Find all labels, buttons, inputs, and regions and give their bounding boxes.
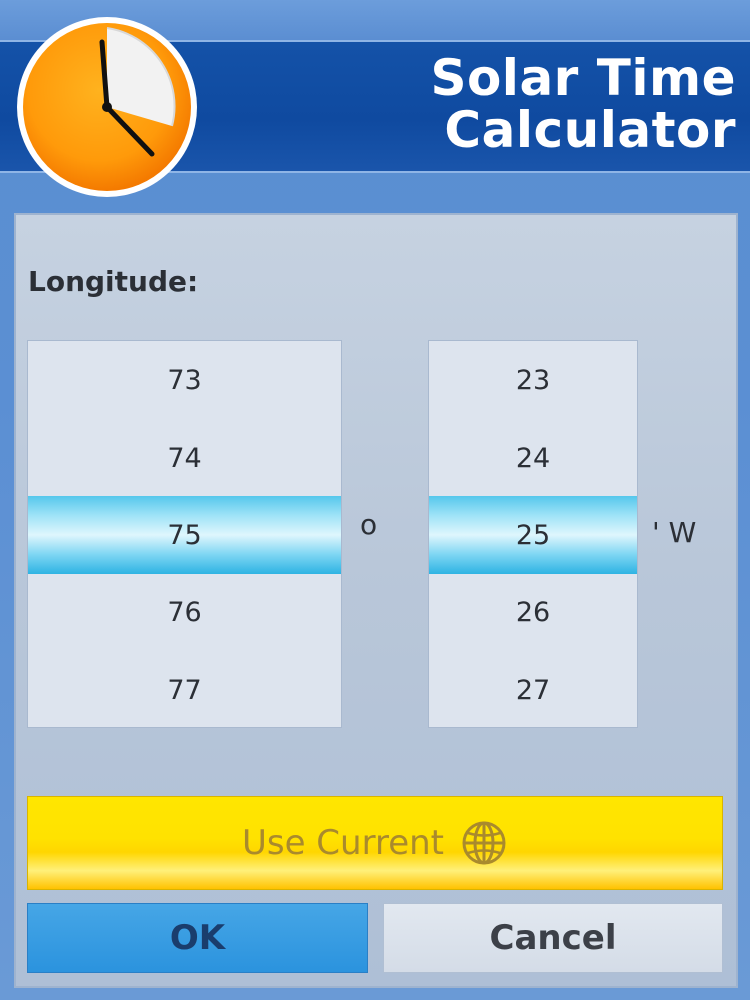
degrees-picker[interactable]: 73 74 75 76 77 — [27, 340, 342, 728]
minutes-direction-label: ' W — [652, 516, 697, 549]
degrees-option[interactable]: 73 — [28, 341, 341, 419]
degrees-option[interactable]: 76 — [28, 573, 341, 651]
minutes-option-selected[interactable]: 25 — [429, 496, 637, 574]
minutes-option[interactable]: 23 — [429, 341, 637, 419]
app-title: Solar Time Calculator — [336, 52, 736, 156]
use-current-button[interactable]: Use Current — [27, 796, 723, 890]
clock-icon — [17, 17, 197, 197]
degree-symbol: o — [360, 508, 378, 541]
minutes-option[interactable]: 24 — [429, 419, 637, 497]
degrees-option[interactable]: 77 — [28, 651, 341, 727]
app-title-line2: Calculator — [444, 101, 736, 159]
degrees-option[interactable]: 74 — [28, 419, 341, 497]
minutes-option[interactable]: 27 — [429, 651, 637, 727]
minutes-picker[interactable]: 23 24 25 26 27 — [428, 340, 638, 728]
cancel-button[interactable]: Cancel — [383, 903, 723, 973]
longitude-label: Longitude: — [28, 265, 199, 298]
use-current-label: Use Current — [241, 823, 445, 863]
globe-icon — [462, 821, 506, 865]
minutes-option[interactable]: 26 — [429, 573, 637, 651]
ok-button[interactable]: OK — [27, 903, 368, 973]
app-title-line1: Solar Time — [430, 49, 736, 107]
degrees-option-selected[interactable]: 75 — [28, 496, 341, 574]
